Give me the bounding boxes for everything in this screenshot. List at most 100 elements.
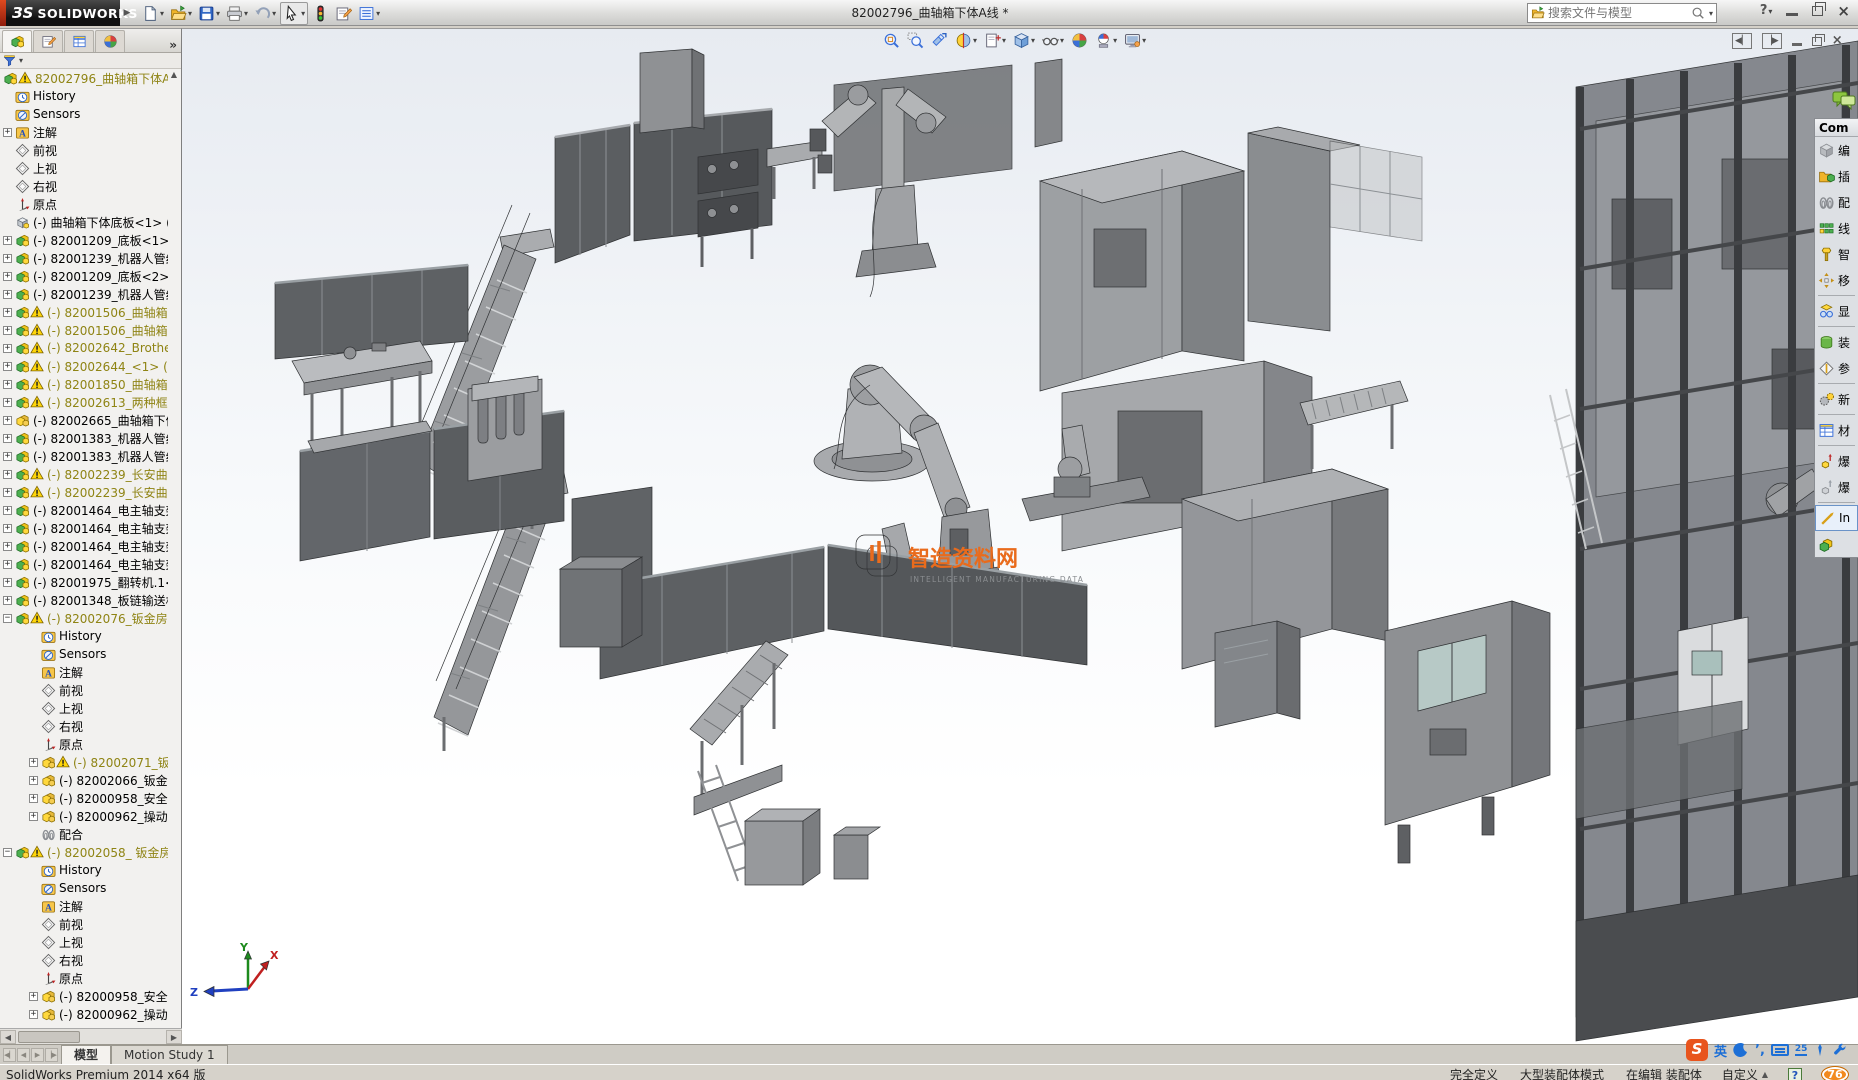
tree-item[interactable]: Sensors (0, 645, 168, 663)
expand-toggle[interactable]: + (3, 542, 12, 551)
expand-toggle[interactable]: + (3, 272, 12, 281)
new-document-button[interactable]: ▾ (140, 3, 166, 24)
tree-item[interactable]: 上视 (0, 159, 168, 177)
expand-toggle[interactable]: + (3, 506, 12, 515)
expand-toggle[interactable]: + (29, 794, 38, 803)
rebuild-button[interactable] (310, 3, 331, 24)
options-dropdown-arrow[interactable]: ▾ (376, 9, 380, 18)
tree-item[interactable]: +(-) 82002665_曲轴箱下体 (0, 411, 168, 429)
tree-item[interactable]: History (0, 861, 168, 879)
expand-toggle[interactable]: + (3, 326, 12, 335)
hide-show-items-dropdown-arrow[interactable]: ▾ (1060, 36, 1064, 45)
statusbar-custom[interactable]: 自定义▲ (1722, 1066, 1768, 1080)
section-view-dropdown-arrow[interactable]: ▾ (973, 36, 977, 45)
filter-icon[interactable] (3, 54, 16, 67)
tree-item[interactable]: 前视 (0, 915, 168, 933)
expand-toggle[interactable]: + (3, 254, 12, 263)
expand-toggle[interactable]: + (3, 434, 12, 443)
ime-skin-icon[interactable] (1813, 1043, 1827, 1057)
tree-item[interactable]: +(-) 82001464_电主轴支架 (0, 501, 168, 519)
tree-item[interactable]: +(-) 82001209_底板<1> (默 (0, 231, 168, 249)
command-button-显[interactable]: 显 (1815, 298, 1858, 324)
tab-scroll-last[interactable]: ▕▶ (45, 1048, 58, 1062)
expand-toggle[interactable]: + (3, 452, 12, 461)
search-input[interactable] (1548, 6, 1688, 20)
scroll-left-arrow[interactable]: ◀ (0, 1030, 16, 1044)
expand-toggle[interactable]: + (3, 560, 12, 569)
tree-item[interactable]: +(-) 82002613_两种框架 (0, 393, 168, 411)
view-orientation-dropdown-arrow[interactable]: ▾ (1002, 36, 1006, 45)
expand-toggle[interactable]: + (3, 470, 12, 479)
save-document-dropdown-arrow[interactable]: ▾ (216, 9, 220, 18)
expand-toggle[interactable]: + (3, 524, 12, 533)
options-button[interactable]: ▾ (356, 3, 382, 24)
expand-toggle[interactable]: + (3, 362, 12, 371)
tree-item[interactable]: +(-) 82002066_钣金房组 (0, 771, 168, 789)
expand-toggle[interactable]: + (3, 596, 12, 605)
view-settings-dropdown-arrow[interactable]: ▾ (1142, 36, 1146, 45)
tree-item[interactable]: 上视 (0, 699, 168, 717)
tab-configurationmanager[interactable] (64, 30, 94, 52)
tree-item[interactable]: +(-) 82000962_操动件< (0, 807, 168, 825)
expand-toggle[interactable]: + (3, 344, 12, 353)
expand-toggle[interactable]: − (3, 848, 12, 857)
tree-item[interactable]: +(-) 82001464_电主轴支架 (0, 555, 168, 573)
resource-badge[interactable]: 76 (1822, 1067, 1848, 1080)
command-button-extra[interactable] (1815, 531, 1858, 557)
search-dropdown-arrow[interactable]: ▾ (1709, 9, 1713, 18)
viewport-3d[interactable]: 智造资料网 INTELLIGENT MANUFACTURING DATA Y X… (182, 28, 1858, 1044)
print-document-dropdown-arrow[interactable]: ▾ (244, 9, 248, 18)
tree-item[interactable]: +(-) 82001464_电主轴支架 (0, 519, 168, 537)
tab-scroll-next[interactable]: ▶ (31, 1048, 44, 1062)
edit-appearance-button[interactable] (1070, 31, 1089, 50)
command-manager-header[interactable]: Com (1815, 119, 1858, 137)
expand-toggle[interactable]: + (3, 398, 12, 407)
tab-motion-study[interactable]: Motion Study 1 (111, 1045, 228, 1064)
select-tool-dropdown-arrow[interactable]: ▾ (301, 9, 305, 18)
tab-scroll-prev[interactable]: ◀ (17, 1048, 30, 1062)
expand-toggle[interactable]: + (3, 128, 12, 137)
forum-bubble-icon[interactable] (1832, 90, 1856, 110)
filter-dropdown-arrow[interactable]: ▾ (19, 56, 23, 65)
tree-item[interactable]: 前视 (0, 681, 168, 699)
command-button-移[interactable]: 移 (1815, 267, 1858, 293)
ime-toolbox-wrench-icon[interactable] (1833, 1043, 1848, 1058)
hide-show-items-button[interactable]: ▾ (1041, 31, 1065, 50)
ime-moon-icon[interactable] (1733, 1042, 1749, 1058)
doc-close-button[interactable]: × (1832, 34, 1843, 48)
command-button-参[interactable]: 参 (1815, 355, 1858, 381)
save-document-button[interactable]: ▾ (196, 3, 222, 24)
tab-featuremanager[interactable] (2, 30, 32, 52)
restore-button[interactable] (1812, 6, 1823, 16)
doc-minimize-button[interactable] (1792, 43, 1802, 46)
tree-item[interactable]: +(-) 82002644_<1> (默 (0, 357, 168, 375)
tree-item[interactable]: +(-) 82001383_机器人管线 (0, 429, 168, 447)
view-settings-button[interactable]: ▾ (1123, 31, 1147, 50)
expand-toggle[interactable]: + (29, 992, 38, 1001)
close-button[interactable]: × (1837, 4, 1850, 18)
expand-toggle[interactable]: + (3, 578, 12, 587)
ime-user-icon[interactable]: 25 (1795, 1044, 1808, 1056)
tree-item[interactable]: +(-) 82001464_电主轴支架 (0, 537, 168, 555)
tree-item[interactable]: +注解 (0, 123, 168, 141)
tree-item[interactable]: 注解 (0, 897, 168, 915)
help-button[interactable]: ?▾ (1760, 3, 1773, 18)
new-document-dropdown-arrow[interactable]: ▾ (160, 9, 164, 18)
command-button-线[interactable]: 线 (1815, 215, 1858, 241)
command-button-新[interactable]: 新 (1815, 386, 1858, 412)
doc-restore-button[interactable] (1812, 37, 1822, 46)
apply-scene-dropdown-arrow[interactable]: ▾ (1113, 36, 1117, 45)
tree-item[interactable]: +(-) 82002239_长安曲轴 (0, 483, 168, 501)
select-tool-button[interactable]: ▾ (280, 2, 308, 25)
tab-model[interactable]: 模型 (61, 1045, 111, 1064)
doc-prev-window-button[interactable]: ◀▏ (1732, 33, 1752, 49)
tree-item[interactable]: 82002796_曲轴箱下体A线 (0, 69, 168, 87)
zoom-to-area-button[interactable] (906, 31, 925, 50)
tree-item[interactable]: History (0, 627, 168, 645)
tree-item[interactable]: 右视 (0, 177, 168, 195)
menu-expand-arrow[interactable]: ▶ (121, 5, 133, 21)
scroll-right-arrow[interactable]: ▶ (166, 1030, 182, 1044)
tree-item[interactable]: (-) 曲轴箱下体底板<1> (默 (0, 213, 168, 231)
tree-item[interactable]: +(-) 82001383_机器人管线 (0, 447, 168, 465)
undo-dropdown-arrow[interactable]: ▾ (272, 9, 276, 18)
